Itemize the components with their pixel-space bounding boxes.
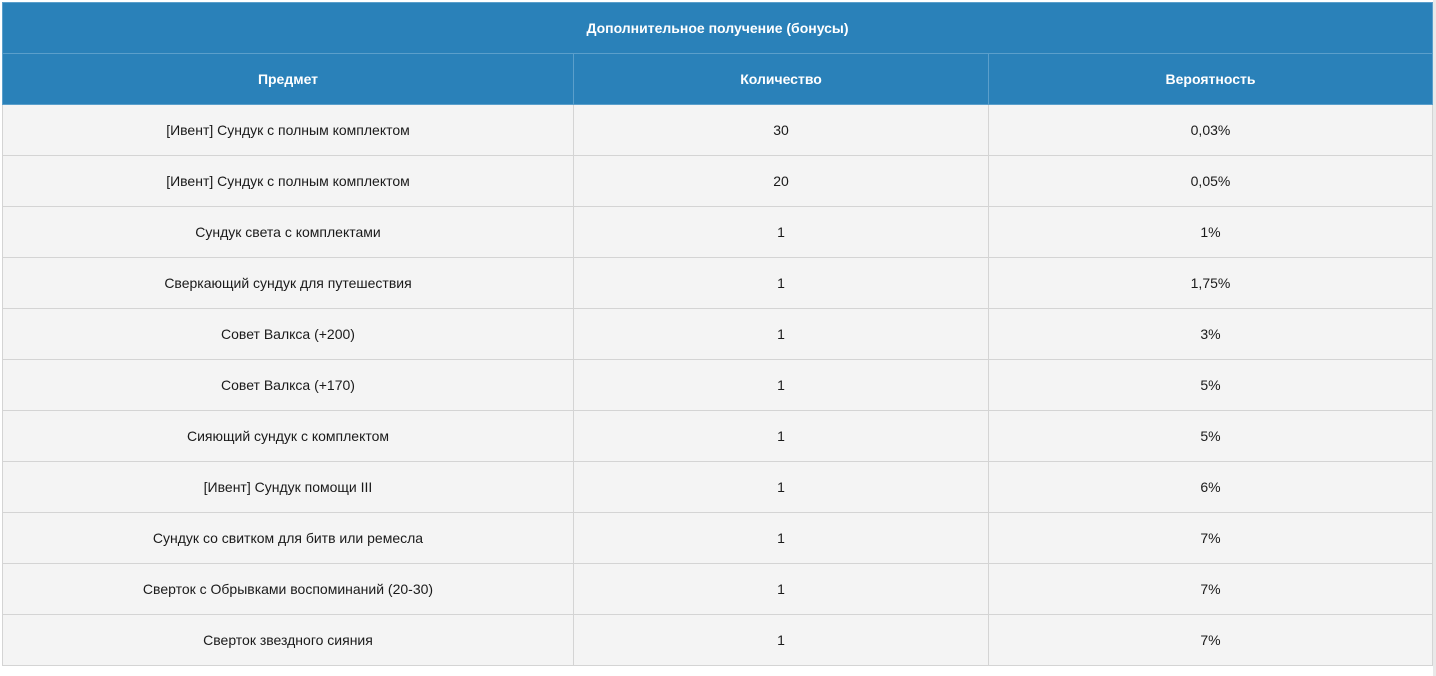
table-title: Дополнительное получение (бонусы) [2,2,1433,54]
table-row: Сундук света с комплектами 1 1% [2,206,1433,258]
cell-quantity: 1 [573,614,989,666]
cell-probability: 0,05% [988,155,1433,207]
cell-probability: 7% [988,512,1433,564]
cell-probability: 0,03% [988,104,1433,156]
table-row: Сияющий сундук с комплектом 1 5% [2,410,1433,462]
table-row: Совет Валкса (+170) 1 5% [2,359,1433,411]
cell-quantity: 1 [573,257,989,309]
column-header-quantity: Количество [573,53,989,105]
cell-probability: 1,75% [988,257,1433,309]
cell-item: Сияющий сундук с комплектом [2,410,574,462]
cell-probability: 5% [988,359,1433,411]
cell-item: Совет Валкса (+170) [2,359,574,411]
cell-probability: 7% [988,614,1433,666]
cell-quantity: 1 [573,512,989,564]
table-row: Сверток с Обрывками воспоминаний (20-30)… [2,563,1433,615]
cell-item: [Ивент] Сундук с полным комплектом [2,155,574,207]
cell-quantity: 1 [573,563,989,615]
cell-quantity: 1 [573,308,989,360]
column-header-probability: Вероятность [988,53,1433,105]
cell-quantity: 1 [573,206,989,258]
cell-probability: 1% [988,206,1433,258]
table-header-row: Предмет Количество Вероятность [2,53,1433,105]
table-title-row: Дополнительное получение (бонусы) [2,2,1433,54]
cell-item: [Ивент] Сундук помощи III [2,461,574,513]
cell-probability: 3% [988,308,1433,360]
cell-item: [Ивент] Сундук с полным комплектом [2,104,574,156]
cell-quantity: 20 [573,155,989,207]
cell-quantity: 30 [573,104,989,156]
cell-quantity: 1 [573,359,989,411]
table-row: Совет Валкса (+200) 1 3% [2,308,1433,360]
cell-item: Сверкающий сундук для путешествия [2,257,574,309]
cell-item: Сверток с Обрывками воспоминаний (20-30) [2,563,574,615]
table-row: Сундук со свитком для битв или ремесла 1… [2,512,1433,564]
cell-item: Сундук со свитком для битв или ремесла [2,512,574,564]
cell-quantity: 1 [573,461,989,513]
table-row: Сверкающий сундук для путешествия 1 1,75… [2,257,1433,309]
bonus-table: Дополнительное получение (бонусы) Предме… [2,2,1433,666]
cell-item: Сверток звездного сияния [2,614,574,666]
cell-probability: 7% [988,563,1433,615]
bonus-table-container: Дополнительное получение (бонусы) Предме… [2,2,1433,666]
table-row: [Ивент] Сундук помощи III 1 6% [2,461,1433,513]
cell-probability: 6% [988,461,1433,513]
table-row: [Ивент] Сундук с полным комплектом 20 0,… [2,155,1433,207]
cell-item: Совет Валкса (+200) [2,308,574,360]
cell-item: Сундук света с комплектами [2,206,574,258]
cell-quantity: 1 [573,410,989,462]
column-header-item: Предмет [2,53,574,105]
cell-probability: 5% [988,410,1433,462]
table-row: Сверток звездного сияния 1 7% [2,614,1433,666]
table-row: [Ивент] Сундук с полным комплектом 30 0,… [2,104,1433,156]
